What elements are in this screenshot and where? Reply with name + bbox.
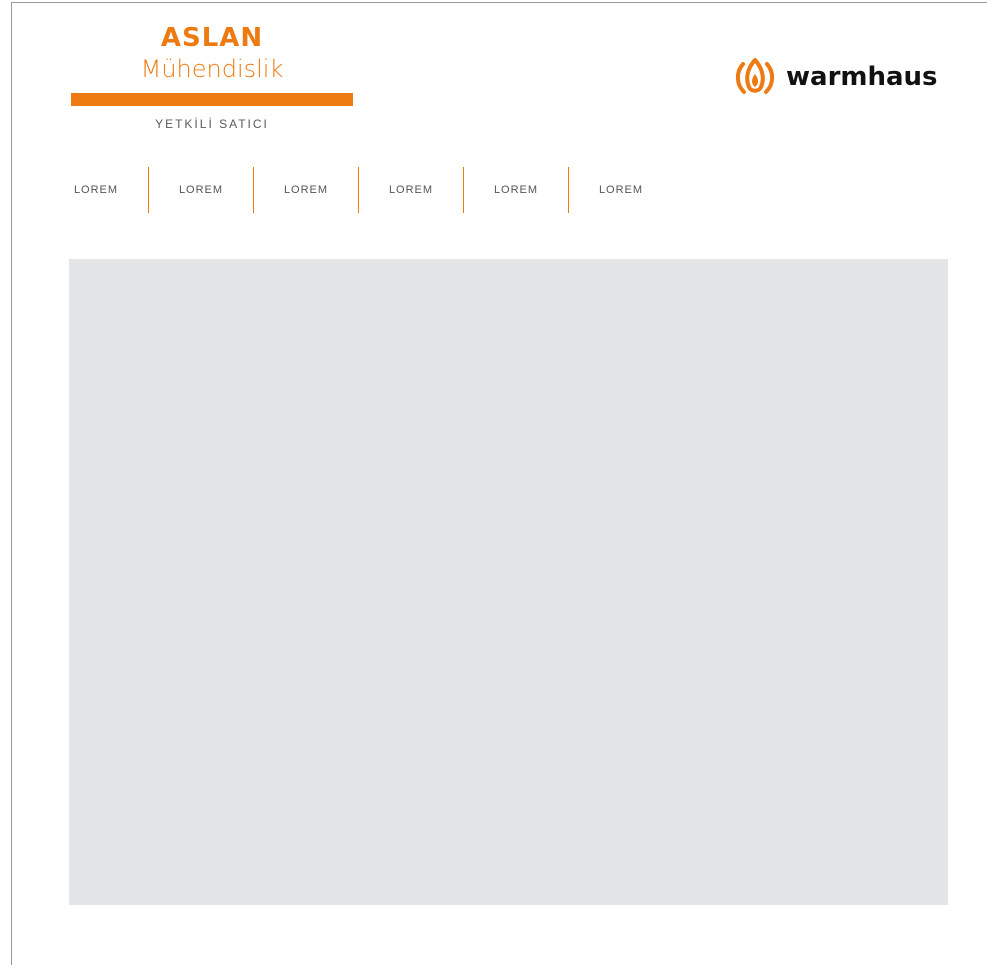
brand-accent-bar — [71, 93, 353, 106]
frame-left-border — [11, 2, 12, 965]
nav-item-6[interactable]: LOREM — [569, 167, 673, 213]
hero-placeholder — [69, 259, 948, 905]
frame-top-border — [11, 2, 987, 3]
brand-subtitle: Mühendislik — [140, 55, 284, 83]
nav-item-4[interactable]: LOREM — [359, 167, 463, 213]
nav-item-1[interactable]: LOREM — [44, 167, 148, 213]
partner-logo[interactable]: warmhaus — [732, 54, 938, 100]
brand-block: ASLAN Mühendislik — [71, 22, 353, 84]
nav-item-5[interactable]: LOREM — [464, 167, 568, 213]
flame-logo-icon — [732, 54, 778, 100]
brand-title: ASLAN — [160, 23, 264, 53]
main-nav: LOREM LOREM LOREM LOREM LOREM LOREM — [44, 167, 673, 213]
brand-tagline: YETKİLİ SATICI — [155, 117, 269, 131]
nav-item-3[interactable]: LOREM — [254, 167, 358, 213]
nav-item-2[interactable]: LOREM — [149, 167, 253, 213]
partner-name: warmhaus — [786, 62, 938, 92]
